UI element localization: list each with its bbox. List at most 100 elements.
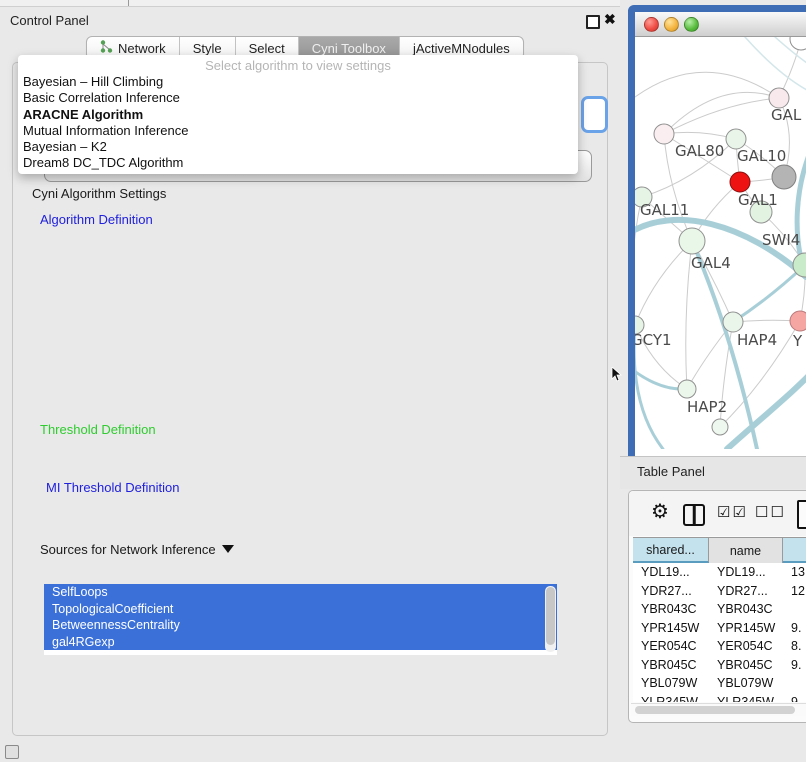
table-cell: YDL19... xyxy=(633,563,709,582)
table-cell: 9. xyxy=(783,619,806,638)
table-cell: YLR345W xyxy=(633,693,709,703)
algorithm-option-aracne-algorithm[interactable]: ARACNE Algorithm xyxy=(18,107,578,123)
float-panel-icon[interactable] xyxy=(586,15,600,29)
column-header-col2[interactable] xyxy=(783,537,806,563)
algorithm-option-dream8-dc-tdc-algorithm[interactable]: Dream8 DC_TDC Algorithm xyxy=(18,155,578,171)
data-attribute-item-selfloops[interactable]: SelfLoops xyxy=(44,584,557,601)
table-row[interactable]: YBL079WYBL079W xyxy=(633,674,806,693)
tab-label: Select xyxy=(249,41,285,56)
table-cell: YPR145W xyxy=(633,619,709,638)
table-row[interactable]: YPR145WYPR145W9. xyxy=(633,619,806,638)
network-node-y[interactable] xyxy=(790,311,806,331)
table-cell: 9. xyxy=(783,656,806,675)
close-window-icon[interactable] xyxy=(644,17,659,32)
node-label-gal: GAL xyxy=(771,106,802,124)
algorithm-dropdown-popup: Select algorithm to view settings Bayesi… xyxy=(18,55,578,174)
table-row[interactable]: YDL19...YDL19...13 xyxy=(633,563,806,582)
tab-label: Cyni Toolbox xyxy=(312,41,386,56)
data-attribute-item-betweennesscentrality[interactable]: BetweennessCentrality xyxy=(44,617,557,634)
table-cell: YPR145W xyxy=(709,619,783,638)
network-node-gal1[interactable] xyxy=(730,172,750,192)
table-row[interactable]: YBR045CYBR045C9. xyxy=(633,656,806,675)
tab-label: Network xyxy=(118,41,166,56)
network-tab-icon xyxy=(100,40,113,56)
network-node-gal80[interactable] xyxy=(654,124,674,144)
sources-title: Sources for Network Inference xyxy=(40,542,216,557)
sources-group-label[interactable]: Sources for Network Inference xyxy=(36,542,238,557)
expanded-arrow-icon xyxy=(222,545,234,553)
node-label-gal4: GAL4 xyxy=(691,254,731,272)
table-cell: 9. xyxy=(783,693,806,703)
gear-icon[interactable]: ⚙ xyxy=(651,499,669,524)
table-cell: YBR045C xyxy=(709,656,783,675)
network-edge xyxy=(664,92,779,134)
network-node-gal10[interactable] xyxy=(726,129,746,149)
algorithm-option-basic-correlation-inference[interactable]: Basic Correlation Inference xyxy=(18,90,578,106)
table-cell: YLR345W xyxy=(709,693,783,703)
table-row[interactable]: YLR345WYLR345W9. xyxy=(633,693,806,703)
network-canvas[interactable]: GALGAL80GAL10GAL1GAL11SWI4GAL4GCY1HAP4YH… xyxy=(635,37,806,449)
table-row[interactable]: YDR27...YDR27...12 xyxy=(633,582,806,601)
select-all-columns-icon[interactable]: ☑☑ xyxy=(717,503,748,521)
table-cell: YBL079W xyxy=(633,674,709,693)
table-cell: YBR043C xyxy=(709,600,783,619)
data-attribute-item-topologicalcoefficient[interactable]: TopologicalCoefficient xyxy=(44,601,557,618)
network-node-hap2[interactable] xyxy=(678,380,696,398)
table-cell: YDR27... xyxy=(633,582,709,601)
unselect-all-columns-icon[interactable]: ☐☐ xyxy=(755,503,786,521)
table-horizontal-scrollbar[interactable] xyxy=(631,703,806,716)
algorithm-definition-label: Algorithm Definition xyxy=(36,212,157,227)
network-edge xyxy=(664,98,779,134)
column-header-name[interactable]: name xyxy=(709,537,783,563)
algorithm-combobox-partial[interactable] xyxy=(581,96,608,133)
table-cell: YER054C xyxy=(709,637,783,656)
table-row[interactable]: YER054CYER054C8. xyxy=(633,637,806,656)
tab-label: Style xyxy=(193,41,222,56)
attributes-scrollbar[interactable] xyxy=(545,586,556,652)
dock-icon[interactable] xyxy=(5,745,19,759)
table-cell: YDR27... xyxy=(709,582,783,601)
network-node-hap4[interactable] xyxy=(723,312,743,332)
network-node[interactable] xyxy=(790,37,806,50)
node-label-gal1: GAL1 xyxy=(738,191,778,209)
export-table-icon[interactable] xyxy=(797,500,806,529)
network-edge xyxy=(635,72,779,98)
table-cell: 12 xyxy=(783,582,806,601)
network-node[interactable] xyxy=(772,165,796,189)
algorithm-option-bayesian-hill-climbing[interactable]: Bayesian – Hill Climbing xyxy=(18,74,578,90)
close-panel-icon[interactable]: ✖ xyxy=(604,11,616,28)
table-cell: YER054C xyxy=(633,637,709,656)
dropdown-options: Bayesian – Hill ClimbingBasic Correlatio… xyxy=(18,74,578,172)
zoom-window-icon[interactable] xyxy=(684,17,699,32)
network-node-gal[interactable] xyxy=(769,88,789,108)
control-panel: Control Panel ✖ Network Style Select Cyni T… xyxy=(0,7,621,762)
columns-icon[interactable] xyxy=(683,504,705,526)
network-edge xyxy=(664,132,736,139)
minimize-window-icon[interactable] xyxy=(664,17,679,32)
table-cell: 13 xyxy=(783,563,806,582)
top-divider-tick xyxy=(128,0,129,6)
algorithm-option-bayesian-k2[interactable]: Bayesian – K2 xyxy=(18,139,578,155)
network-node[interactable] xyxy=(712,419,728,435)
dropdown-prompt: Select algorithm to view settings xyxy=(18,57,578,74)
table-panel-title: Table Panel xyxy=(637,464,705,479)
node-label-gal80: GAL80 xyxy=(675,142,724,160)
mi-threshold-group-label: MI Threshold Definition xyxy=(42,480,183,495)
network-window-titlebar[interactable] xyxy=(635,12,806,37)
node-label-gcy1: GCY1 xyxy=(635,331,672,349)
mouse-cursor xyxy=(611,367,623,383)
table-header-row: shared...name xyxy=(633,537,806,563)
node-label-gal11: GAL11 xyxy=(640,201,689,219)
network-node-gal4[interactable] xyxy=(679,228,705,254)
table-cell xyxy=(783,600,806,619)
algorithm-option-mutual-information-inference[interactable]: Mutual Information Inference xyxy=(18,123,578,139)
column-header-shared[interactable]: shared... xyxy=(633,537,709,563)
tab-label: jActiveMNodules xyxy=(413,41,510,56)
control-panel-title: Control Panel xyxy=(10,13,89,28)
data-attribute-item-gal4rgexp[interactable]: gal4RGexp xyxy=(44,634,557,651)
table-cell: YBR045C xyxy=(633,656,709,675)
table-panel: ⚙ ☑☑ ☐☐ shared...name YDL19...YDL19...13… xyxy=(628,490,806,723)
table-row[interactable]: YBR043CYBR043C xyxy=(633,600,806,619)
node-label-y: Y xyxy=(792,332,803,350)
node-label-gal10: GAL10 xyxy=(737,147,786,165)
